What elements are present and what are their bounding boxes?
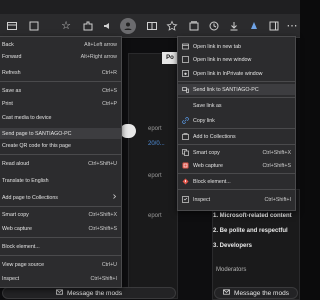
menu-item-print[interactable]: Print Ctrl+P — [0, 98, 121, 109]
favorites-bar-icon[interactable] — [164, 18, 180, 34]
tab-strip — [0, 0, 300, 14]
menu-item-add-to-collections[interactable]: Add to Collections — [178, 131, 295, 142]
partial-tab-label[interactable]: Po — [162, 52, 178, 64]
menu-item-inspect[interactable]: Inspect Ctrl+Shift+I — [178, 194, 295, 205]
rule-item[interactable]: 3. Developers — [213, 243, 252, 249]
extensions-icon[interactable] — [80, 18, 96, 34]
split-screen-icon[interactable] — [144, 18, 160, 34]
favorites-icon[interactable]: ☆ — [58, 18, 74, 34]
sidebar-icon[interactable] — [266, 18, 282, 34]
mail-icon — [56, 289, 63, 297]
new-window-icon — [181, 56, 190, 64]
menu-item-block-element[interactable]: Block element... — [178, 176, 295, 187]
menu-item-back[interactable]: Back Alt+Left arrow — [0, 39, 121, 50]
menu-item-refresh[interactable]: Refresh Ctrl+R — [0, 67, 121, 78]
menu-item-add-to-collections[interactable]: Add page to Collections — [0, 192, 121, 203]
message-mods-label: Message the mods — [67, 289, 122, 297]
tabs-icon[interactable] — [4, 18, 20, 34]
settings-more-icon[interactable]: ⋯ — [284, 18, 300, 34]
moderators-heading: Moderators — [216, 267, 247, 273]
menu-item-save-link-as[interactable]: Save link as — [178, 100, 295, 111]
menu-item-read-aloud[interactable]: Read aloud Ctrl+Shift+U — [0, 158, 121, 169]
menu-item-web-capture[interactable]: Web capture Ctrl+Shift+S — [178, 160, 295, 171]
history-icon[interactable] — [206, 18, 222, 34]
link-context-menu: Open link in new tab Open link in new wi… — [177, 36, 296, 211]
menu-item-send-link[interactable]: Send link to SANTIAGO-PC — [178, 84, 295, 95]
report-link-3[interactable]: eport — [148, 213, 162, 219]
menu-item-qr-code[interactable]: Create QR code for this page — [0, 140, 121, 151]
profile-avatar[interactable] — [120, 18, 136, 34]
copilot-icon[interactable] — [246, 18, 262, 34]
menu-item-inspect[interactable]: Inspect Ctrl+Shift+I — [0, 273, 121, 284]
message-mods-button-right[interactable]: Message the mods — [214, 287, 298, 299]
menu-item-open-new-tab[interactable]: Open link in new tab — [178, 41, 295, 52]
collections-icon — [181, 133, 190, 141]
menu-item-block-element[interactable]: Block element... — [0, 241, 121, 252]
chevron-right-icon — [112, 194, 117, 201]
collections-toolbar-icon[interactable] — [26, 18, 42, 34]
menu-item-forward[interactable]: Forward Alt+Right arrow — [0, 51, 121, 62]
menu-item-web-capture[interactable]: Web capture Ctrl+Shift+S — [0, 223, 121, 234]
send-icon — [181, 86, 190, 94]
rule-item[interactable]: 1. Microsoft-related content — [213, 213, 292, 219]
menu-item-translate[interactable]: Translate to English — [0, 175, 121, 186]
web-capture-icon — [181, 162, 190, 170]
menu-item-cast[interactable]: Cast media to device — [0, 112, 121, 123]
smart-copy-icon — [181, 149, 190, 157]
message-mods-label: Message the mods — [234, 289, 289, 297]
menu-item-save-as[interactable]: Save as Ctrl+S — [0, 85, 121, 96]
menu-item-open-inprivate[interactable]: Open link in InPrivate window — [178, 68, 295, 79]
report-link-1[interactable]: eport — [148, 126, 162, 132]
rule-item[interactable]: 2. Be polite and respectful — [213, 228, 288, 234]
date-fragment[interactable]: 20/0... — [148, 141, 165, 147]
toggle-switch[interactable] — [120, 124, 136, 138]
menu-item-copy-link[interactable]: Copy link — [178, 115, 295, 126]
page-context-menu: Back Alt+Left arrow Forward Alt+Right arro… — [0, 36, 122, 288]
read-aloud-toolbar-icon[interactable] — [100, 18, 116, 34]
browser-toolbar: ☆ ⋯ — [0, 14, 300, 38]
inspect-icon — [181, 196, 190, 204]
menu-item-view-source[interactable]: View page source Ctrl+U — [0, 259, 121, 270]
report-link-2[interactable]: eport — [148, 173, 162, 179]
menu-item-smart-copy[interactable]: Smart copy Ctrl+Shift+X — [0, 209, 121, 220]
new-tab-icon — [181, 43, 190, 51]
collections-icon-toolbar[interactable] — [186, 18, 202, 34]
menu-item-smart-copy[interactable]: Smart copy Ctrl+Shift+X — [178, 147, 295, 158]
downloads-icon[interactable] — [226, 18, 242, 34]
message-mods-button[interactable]: Message the mods — [2, 287, 176, 299]
menu-item-open-new-window[interactable]: Open link in new window — [178, 54, 295, 65]
inprivate-icon — [181, 70, 190, 78]
mail-icon — [223, 289, 230, 297]
block-element-icon — [181, 178, 190, 186]
menu-item-send-page[interactable]: Send page to SANTIAGO-PC — [0, 128, 121, 139]
link-icon — [181, 117, 190, 125]
